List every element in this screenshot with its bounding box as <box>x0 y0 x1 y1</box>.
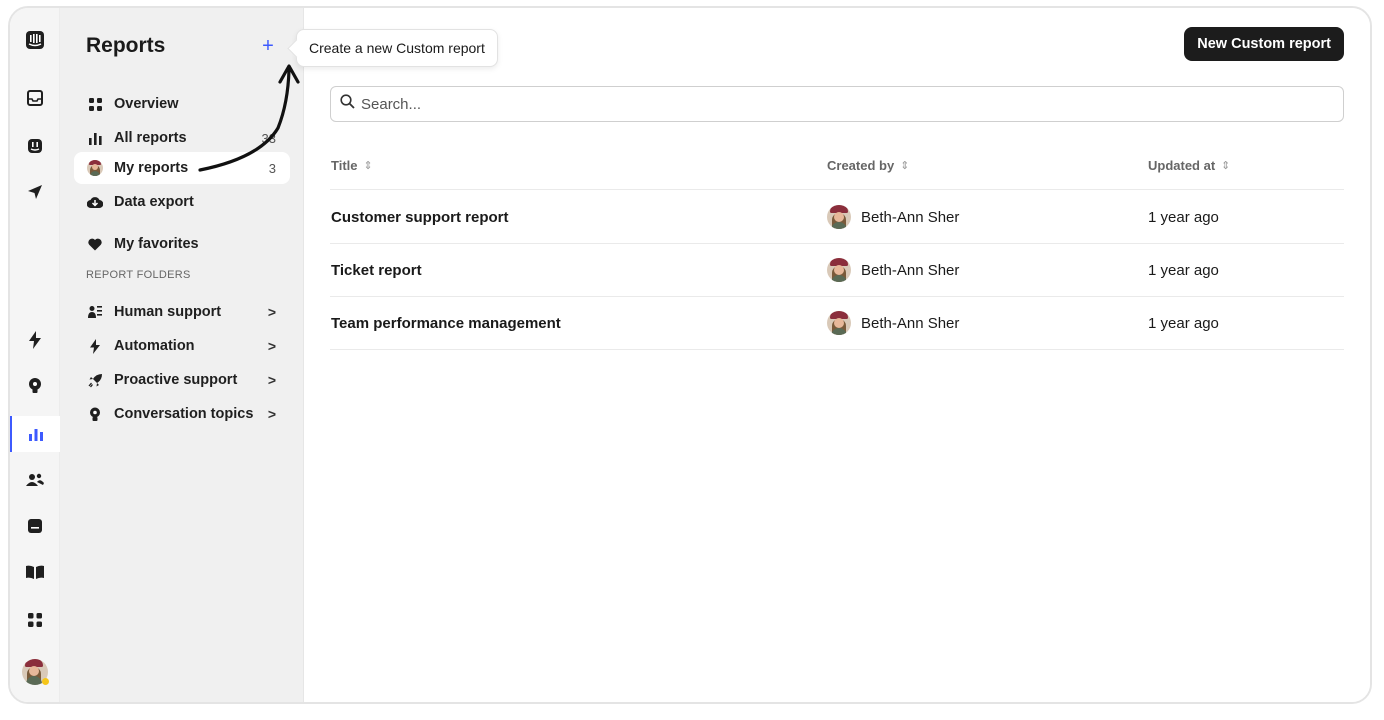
column-header-title[interactable]: Title ⇕ <box>331 158 373 173</box>
column-header-updated-at[interactable]: Updated at ⇕ <box>1148 158 1230 173</box>
folder-proactive-support[interactable]: Proactive support > <box>74 364 290 396</box>
search-bar[interactable] <box>330 86 1344 122</box>
fin-bot-icon[interactable] <box>10 128 60 164</box>
sidebar-item-label: Overview <box>114 96 179 112</box>
annotation-arrow <box>198 64 300 172</box>
knowledge-book-icon[interactable] <box>10 554 60 590</box>
sort-icon: ⇕ <box>1221 160 1231 172</box>
messenger-icon[interactable] <box>10 508 60 544</box>
cloud-download-icon <box>86 193 104 211</box>
folder-conversation-topics[interactable]: Conversation topics > <box>74 398 290 430</box>
plus-icon: + <box>262 34 274 57</box>
app-logo-icon[interactable] <box>10 22 60 58</box>
add-report-button[interactable]: + <box>254 32 282 60</box>
creator-cell: Beth-Ann Sher <box>827 244 959 296</box>
creator-name: Beth-Ann Sher <box>861 261 960 279</box>
app-window: Reports + Overview All reports 33 My rep… <box>8 6 1372 704</box>
updated-at: 1 year ago <box>1148 314 1219 332</box>
sidebar-title: Reports <box>86 34 166 57</box>
chevron-right-icon: > <box>267 338 276 354</box>
table-header: Title ⇕ Created by ⇕ Updated at ⇕ <box>330 144 1344 190</box>
column-header-created-by[interactable]: Created by ⇕ <box>827 158 909 173</box>
main-content: New Custom report Title⇕ Created by⇕ Upd… <box>304 8 1370 702</box>
heart-icon <box>86 235 104 253</box>
outbound-send-icon[interactable] <box>10 174 60 210</box>
lightbulb-icon <box>86 405 104 423</box>
report-folders-heading: REPORT FOLDERS <box>86 269 191 281</box>
contacts-people-icon[interactable] <box>10 462 60 498</box>
human-support-icon <box>86 303 104 321</box>
bar-chart-icon <box>86 129 104 147</box>
lightning-icon <box>86 337 104 355</box>
avatar <box>827 311 851 335</box>
sidebar-item-label: Human support <box>114 304 222 320</box>
sidebar-item-label: Proactive support <box>114 372 238 388</box>
folder-automation[interactable]: Automation > <box>74 330 290 362</box>
table-row[interactable]: Ticket report Beth-Ann Sher 1 year ago <box>330 244 1344 297</box>
table-row[interactable]: Customer support report Beth-Ann Sher 1 … <box>330 191 1344 244</box>
creator-name: Beth-Ann Sher <box>861 208 960 226</box>
topics-lightbulb-icon[interactable] <box>10 368 60 404</box>
icon-rail <box>10 8 60 702</box>
avatar-icon <box>86 159 104 177</box>
search-icon <box>340 94 355 114</box>
folder-human-support[interactable]: Human support > <box>74 296 290 328</box>
create-report-tooltip: Create a new Custom report <box>296 29 498 67</box>
sidebar-item-label: All reports <box>114 130 187 146</box>
search-input[interactable] <box>361 95 1264 113</box>
new-custom-report-button[interactable]: New Custom report <box>1184 27 1344 61</box>
sidebar-item-my-favorites[interactable]: My favorites <box>74 228 290 260</box>
sidebar-item-label: Conversation topics <box>114 406 254 422</box>
apps-grid-icon[interactable] <box>10 602 60 638</box>
sidebar-item-data-export[interactable]: Data export <box>74 186 290 218</box>
chevron-right-icon: > <box>267 304 276 320</box>
report-title[interactable]: Team performance management <box>331 297 561 349</box>
user-avatar-icon[interactable] <box>10 654 60 690</box>
grid-icon <box>86 95 104 113</box>
updated-at: 1 year ago <box>1148 261 1219 279</box>
avatar <box>827 258 851 282</box>
report-title[interactable]: Ticket report <box>331 244 422 296</box>
updated-at: 1 year ago <box>1148 208 1219 226</box>
inbox-icon[interactable] <box>10 80 60 116</box>
creator-cell: Beth-Ann Sher <box>827 297 959 349</box>
sort-icon: ⇕ <box>363 160 373 172</box>
report-title[interactable]: Customer support report <box>331 191 509 243</box>
sort-icon: ⇕ <box>900 160 910 172</box>
rocket-icon <box>86 371 104 389</box>
chevron-right-icon: > <box>267 406 276 422</box>
sidebar-item-label: My reports <box>114 160 189 176</box>
automation-lightning-icon[interactable] <box>10 322 60 358</box>
reports-bar-chart-icon[interactable] <box>10 416 60 452</box>
table-row[interactable]: Team performance management Beth-Ann She… <box>330 297 1344 350</box>
sidebar-item-label: Data export <box>114 194 194 210</box>
sidebar-item-label: My favorites <box>114 236 199 252</box>
status-dot <box>42 678 49 685</box>
creator-name: Beth-Ann Sher <box>861 314 960 332</box>
avatar <box>827 205 851 229</box>
creator-cell: Beth-Ann Sher <box>827 191 959 243</box>
chevron-right-icon: > <box>267 372 276 388</box>
sidebar-item-label: Automation <box>114 338 195 354</box>
